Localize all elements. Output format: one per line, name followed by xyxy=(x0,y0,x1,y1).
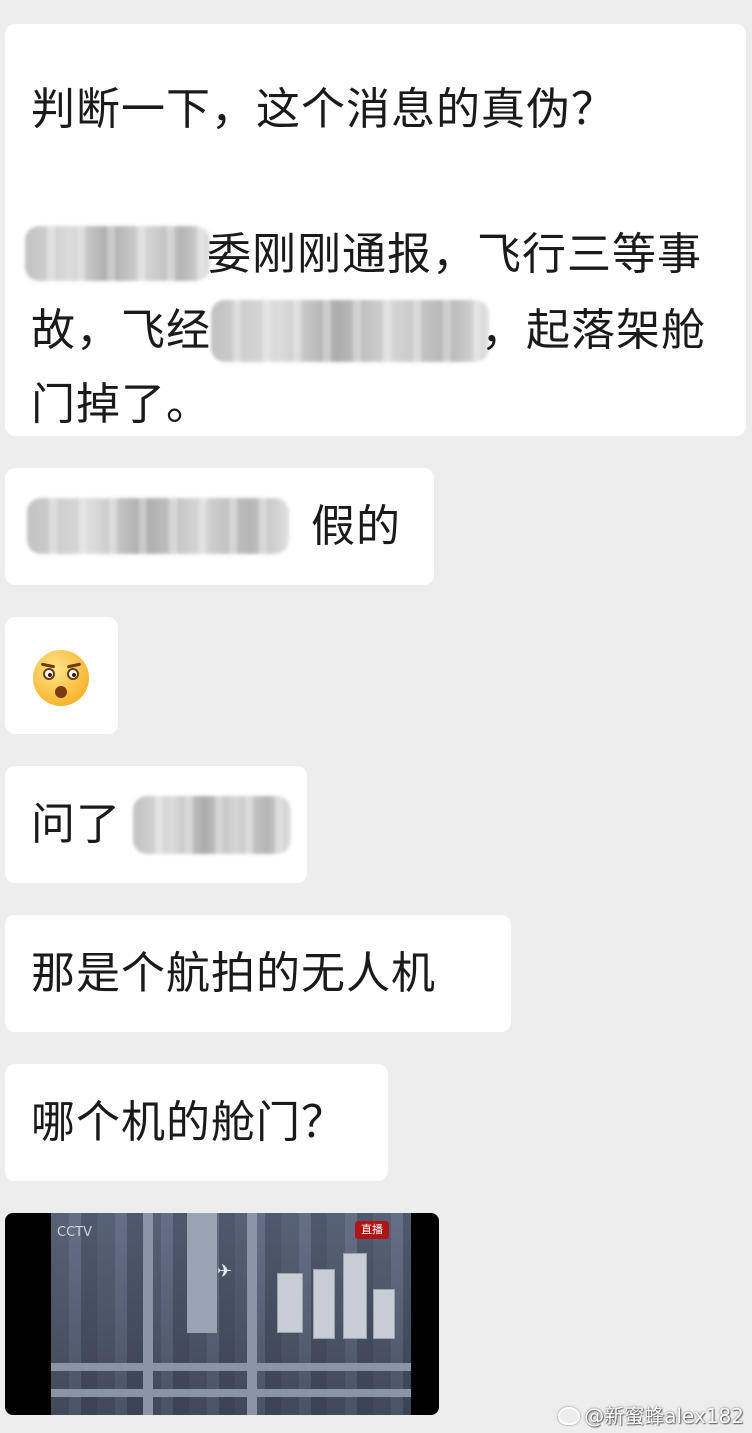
message-line: ，起落架舱 xyxy=(481,305,706,356)
message-text: 问了 xyxy=(31,799,121,850)
message-text: 哪个机的舱门？ xyxy=(31,1097,346,1148)
redacted-blur xyxy=(27,498,289,554)
video-thumbnail[interactable]: ✈ CCTV 直播 xyxy=(5,1213,439,1415)
message-line: 故，飞经 xyxy=(31,305,211,356)
message-bubble-1[interactable]: 判断一下，这个消息的真伪？ 委刚刚通报，飞行三等事 故，飞经 ，起落架舱 门掉了… xyxy=(5,24,746,436)
message-text: 假的 xyxy=(311,501,401,552)
message-bubble-6[interactable]: 哪个机的舱门？ xyxy=(5,1064,388,1181)
airplane-icon: ✈ xyxy=(217,1261,233,1282)
message-text: 那是个航拍的无人机 xyxy=(31,948,436,999)
message-line: 委刚刚通报，飞行三等事 xyxy=(207,229,702,280)
watermark: @新蜜蜂alex182 xyxy=(558,1400,744,1429)
watermark-text: @新蜜蜂alex182 xyxy=(584,1404,744,1428)
message-bubble-2[interactable]: 假的 xyxy=(5,468,434,585)
message-bubble-4[interactable]: 问了 xyxy=(5,766,307,883)
live-badge: 直播 xyxy=(355,1221,389,1239)
message-bubble-5[interactable]: 那是个航拍的无人机 xyxy=(5,915,511,1032)
redacted-blur xyxy=(133,796,291,854)
redacted-blur xyxy=(211,300,489,362)
flushed-face-icon xyxy=(33,650,89,706)
aerial-city-image: ✈ CCTV 直播 xyxy=(51,1213,411,1415)
message-line: 判断一下，这个消息的真伪？ xyxy=(31,84,616,135)
message-bubble-3[interactable] xyxy=(5,617,118,734)
cctv-logo: CCTV xyxy=(57,1225,92,1240)
weibo-icon xyxy=(558,1407,581,1425)
redacted-blur xyxy=(25,226,210,281)
message-line: 门掉了。 xyxy=(31,379,211,430)
